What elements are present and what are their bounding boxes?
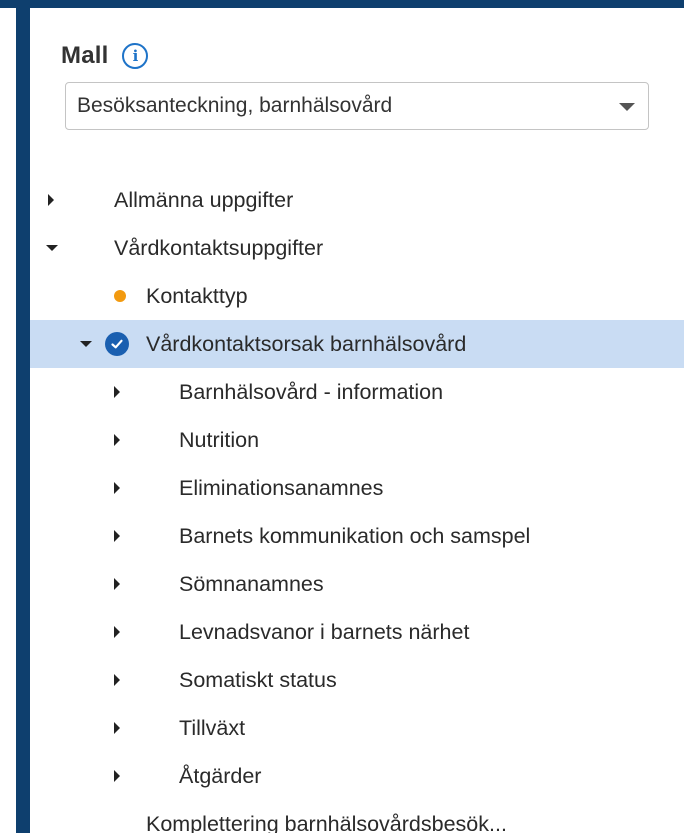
expand-right-icon[interactable] xyxy=(114,722,120,734)
template-title: Mall xyxy=(61,42,109,69)
tree-item-label: Kontakttyp xyxy=(146,284,248,308)
collapse-down-icon[interactable] xyxy=(80,341,92,347)
tree-item-allmanna-uppgifter[interactable]: Allmänna uppgifter xyxy=(30,176,684,224)
expand-right-icon[interactable] xyxy=(114,386,120,398)
tree-item-somatiskt-status[interactable]: Somatiskt status xyxy=(30,656,684,704)
check-circle-icon xyxy=(105,332,129,356)
tree-item-tillvaxt[interactable]: Tillväxt xyxy=(30,704,684,752)
tree-item-barnets-kommunikation[interactable]: Barnets kommunikation och samspel xyxy=(30,512,684,560)
template-header: Mall i xyxy=(61,42,149,70)
collapse-down-icon[interactable] xyxy=(46,245,58,251)
tree-item-label: Komplettering barnhälsovårdsbesök... xyxy=(146,812,507,833)
tree-item-label: Sömnanamnes xyxy=(179,572,324,596)
tree-item-vardkontaktsuppgifter[interactable]: Vårdkontaktsuppgifter xyxy=(30,224,684,272)
tree-item-label: Vårdkontaktsuppgifter xyxy=(114,236,324,260)
window-frame-gap xyxy=(0,8,16,768)
expand-right-icon[interactable] xyxy=(114,578,120,590)
tree-item-levnadsvanor[interactable]: Levnadsvanor i barnets närhet xyxy=(30,608,684,656)
tree-item-label: Nutrition xyxy=(179,428,260,452)
expand-right-icon[interactable] xyxy=(114,482,120,494)
window-frame-top xyxy=(0,0,684,8)
tree-item-label: Tillväxt xyxy=(179,716,246,740)
window-frame-left xyxy=(16,0,30,833)
expand-right-icon[interactable] xyxy=(114,626,120,638)
chevron-down-icon xyxy=(619,103,635,111)
tree-item-label: Barnhälsovård - information xyxy=(179,380,444,404)
tree-item-komplettering[interactable]: Komplettering barnhälsovårdsbesök... xyxy=(30,800,684,833)
tree-item-label: Eliminationsanamnes xyxy=(179,476,384,500)
tree-item-nutrition[interactable]: Nutrition xyxy=(30,416,684,464)
tree-item-label: Allmänna uppgifter xyxy=(114,188,294,212)
template-panel: Mall i Besöksanteckning, barnhälsovård A… xyxy=(30,8,684,833)
expand-right-icon[interactable] xyxy=(114,530,120,542)
tree-item-kontakttyp[interactable]: Kontakttyp xyxy=(30,272,684,320)
tree-item-label: Barnets kommunikation och samspel xyxy=(179,524,531,548)
tree-item-label: Vårdkontaktsorsak barnhälsovård xyxy=(146,332,467,356)
info-icon[interactable]: i xyxy=(122,43,149,69)
expand-right-icon[interactable] xyxy=(48,194,54,206)
expand-right-icon[interactable] xyxy=(114,770,120,782)
expand-right-icon[interactable] xyxy=(114,434,120,446)
tree-item-label: Somatiskt status xyxy=(179,668,337,692)
tree-item-label: Levnadsvanor i barnets närhet xyxy=(179,620,470,644)
tree-item-vardkontaktsorsak-barnhalsovard[interactable]: Vårdkontaktsorsak barnhälsovård xyxy=(30,320,684,368)
template-select-value: Besöksanteckning, barnhälsovård xyxy=(77,94,393,117)
incomplete-status-icon xyxy=(114,290,126,302)
template-select[interactable]: Besöksanteckning, barnhälsovård xyxy=(65,82,649,130)
expand-right-icon[interactable] xyxy=(114,674,120,686)
tree-item-barnhalsovard-information[interactable]: Barnhälsovård - information xyxy=(30,368,684,416)
tree-item-label: Åtgärder xyxy=(179,764,262,788)
tree-item-atgarder[interactable]: Åtgärder xyxy=(30,752,684,800)
tree-item-somnanamnes[interactable]: Sömnanamnes xyxy=(30,560,684,608)
tree-item-eliminationsanamnes[interactable]: Eliminationsanamnes xyxy=(30,464,684,512)
